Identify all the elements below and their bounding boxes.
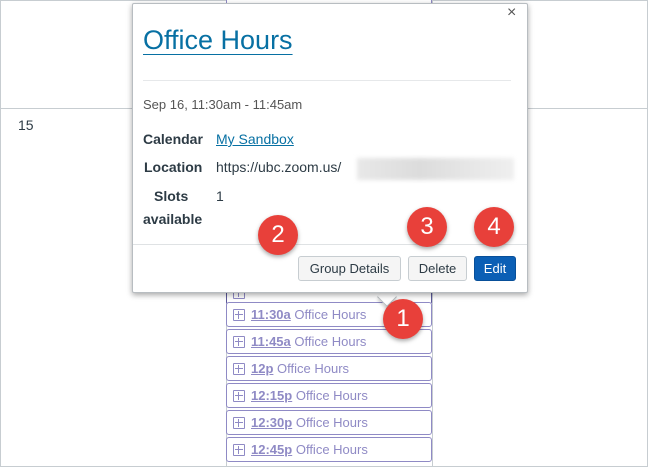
- event-slot[interactable]: 12:30p Office Hours: [226, 410, 432, 435]
- calendar-label: Calendar: [143, 131, 203, 147]
- event-title: Office Hours: [294, 307, 367, 322]
- callout-badge-3: 3: [407, 207, 447, 247]
- slots-label: Slots: [154, 188, 189, 204]
- slots-label-available: available: [143, 211, 203, 227]
- event-time: 11:30a: [251, 307, 291, 322]
- calendar-slot-icon: [233, 390, 245, 402]
- event-title: Office Hours: [295, 415, 368, 430]
- event-title-link[interactable]: Office Hours: [143, 25, 293, 56]
- group-details-button[interactable]: Group Details: [298, 256, 401, 281]
- slots-value: 1: [216, 188, 224, 204]
- event-time: 12:15p: [251, 388, 293, 403]
- event-title: Office Hours: [294, 334, 367, 349]
- divider: [143, 80, 511, 81]
- event-time: 11:45a: [251, 334, 291, 349]
- calendar-slot-icon: [233, 336, 245, 348]
- event-title: Office Hours: [295, 388, 368, 403]
- event-time: 12:45p: [251, 442, 293, 457]
- event-time: 12:30p: [251, 415, 293, 430]
- event-slot[interactable]: 12:15p Office Hours: [226, 383, 432, 408]
- event-title: Office Hours: [277, 361, 350, 376]
- event-title: Office Hours: [295, 442, 368, 457]
- callout-badge-1: 1: [383, 299, 423, 339]
- day-number: 15: [18, 117, 34, 133]
- calendar-slot-icon: [233, 363, 245, 375]
- calendar-link[interactable]: My Sandbox: [216, 131, 294, 147]
- callout-badge-4: 4: [474, 207, 514, 247]
- calendar-slot-icon: [233, 417, 245, 429]
- divider: [133, 244, 527, 245]
- close-icon[interactable]: ×: [507, 5, 516, 21]
- event-time: 12p: [251, 361, 274, 376]
- event-slot[interactable]: 12:45p Office Hours: [226, 437, 432, 462]
- delete-button[interactable]: Delete: [408, 256, 467, 281]
- location-value: https://ubc.zoom.us/: [216, 159, 342, 175]
- calendar-slot-icon: [233, 309, 245, 321]
- edit-button[interactable]: Edit: [474, 256, 516, 281]
- redacted-url: [357, 158, 514, 180]
- callout-badge-2: 2: [258, 215, 298, 255]
- location-label: Location: [144, 159, 203, 175]
- calendar-slot-icon: [233, 444, 245, 456]
- event-slot[interactable]: 12p Office Hours: [226, 356, 432, 381]
- grid-line: [0, 0, 1, 467]
- event-date: Sep 16, 11:30am - 11:45am: [143, 97, 303, 112]
